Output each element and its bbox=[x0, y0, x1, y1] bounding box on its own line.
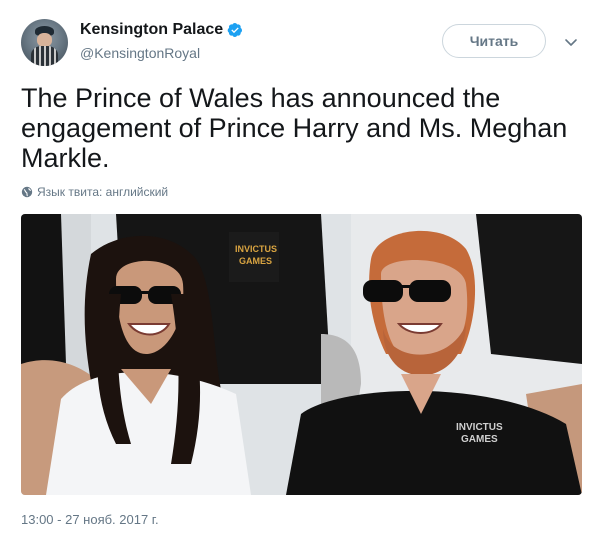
tweet-photo[interactable]: INVICTUS GAMES INVICTUS GAMES bbox=[21, 214, 582, 495]
avatar-gown bbox=[31, 46, 58, 66]
tweet-language-label[interactable]: Язык твита: английский bbox=[37, 185, 168, 199]
account-name-row[interactable]: Kensington Palace bbox=[80, 21, 243, 39]
tweet-text: The Prince of Wales has announced the en… bbox=[21, 83, 568, 173]
tweet-timestamp[interactable]: 13:00 - 27 нояб. 2017 г. bbox=[21, 512, 159, 527]
svg-text:INVICTUS: INVICTUS bbox=[235, 244, 277, 254]
tweet-language[interactable]: Язык твита: английский bbox=[21, 185, 168, 199]
svg-text:GAMES: GAMES bbox=[461, 434, 498, 445]
svg-text:GAMES: GAMES bbox=[239, 256, 272, 266]
verified-badge-icon bbox=[227, 23, 243, 37]
globe-icon bbox=[21, 186, 33, 198]
svg-text:INVICTUS: INVICTUS bbox=[456, 422, 503, 433]
display-name[interactable]: Kensington Palace bbox=[80, 21, 223, 39]
account-handle[interactable]: @KensingtonRoyal bbox=[80, 45, 200, 61]
avatar[interactable] bbox=[21, 19, 68, 66]
avatar-face bbox=[37, 33, 52, 47]
follow-button[interactable]: Читать bbox=[442, 24, 546, 58]
chevron-down-icon[interactable] bbox=[563, 34, 579, 50]
photo-illustration: INVICTUS GAMES INVICTUS GAMES bbox=[21, 214, 582, 495]
